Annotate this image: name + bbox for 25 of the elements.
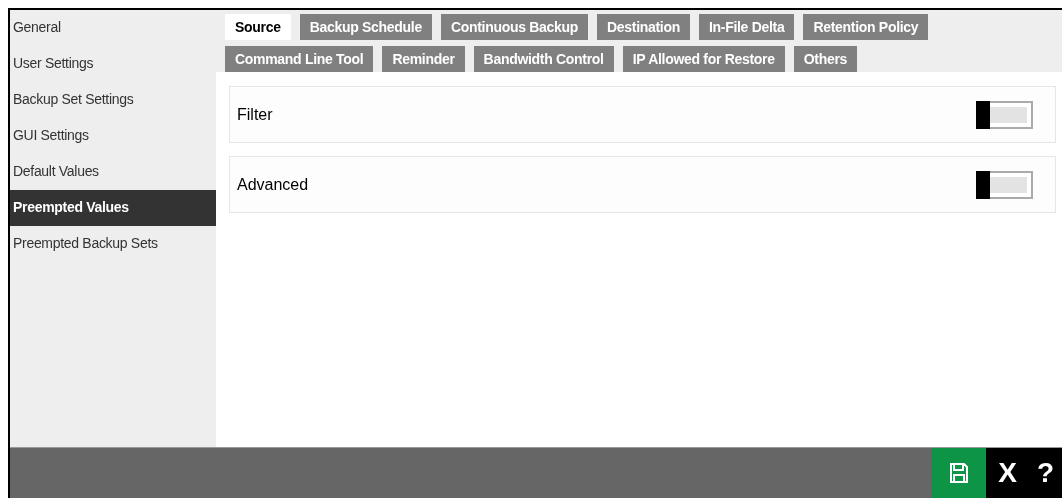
tab[interactable]: Bandwidth Control	[473, 46, 614, 72]
toggle-switch[interactable]	[976, 170, 1033, 199]
help-button[interactable]: ?	[1036, 459, 1054, 487]
tab[interactable]: Command Line Tool	[225, 46, 374, 72]
sidebar-item[interactable]: General	[10, 10, 216, 46]
close-button[interactable]: X	[998, 459, 1017, 487]
tab[interactable]: Retention Policy	[803, 14, 929, 40]
save-button[interactable]	[931, 448, 987, 498]
sidebar-item[interactable]: Preempted Backup Sets	[10, 226, 216, 262]
tab[interactable]: Reminder	[382, 46, 465, 72]
section-title: Advanced	[237, 175, 309, 194]
sidebar-item[interactable]: Default Values	[10, 154, 216, 190]
tab[interactable]: IP Allowed for Restore	[622, 46, 785, 72]
tab[interactable]: Continuous Backup	[440, 14, 588, 40]
tab[interactable]: Others	[793, 46, 858, 72]
sidebar-item[interactable]: User Settings	[10, 46, 216, 82]
tab[interactable]: Source	[225, 14, 291, 40]
section-title: Filter	[237, 105, 273, 124]
toggle-switch[interactable]	[976, 100, 1033, 129]
sidebar-item[interactable]: Preempted Values	[10, 190, 216, 226]
sidebar-item[interactable]: GUI Settings	[10, 118, 216, 154]
tab[interactable]: Backup Schedule	[299, 14, 432, 40]
sidebar-item[interactable]: Backup Set Settings	[10, 82, 216, 118]
tab[interactable]: Destination	[597, 14, 690, 40]
tab[interactable]: In-File Delta	[698, 14, 795, 40]
